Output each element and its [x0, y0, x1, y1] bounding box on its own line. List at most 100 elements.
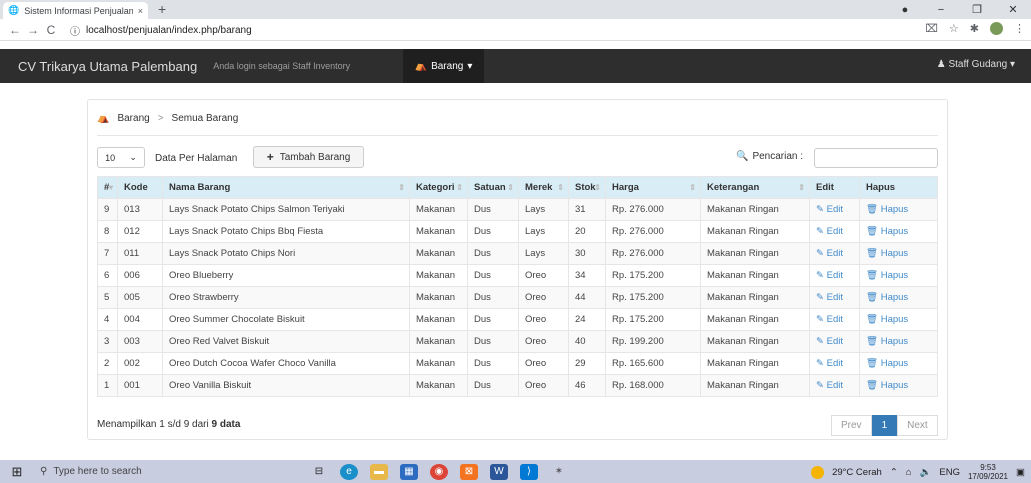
hapus-link[interactable]: 🗑 Hapus [859, 286, 938, 309]
notification-icon[interactable]: ▣ [1016, 467, 1025, 478]
menu-kebab-icon[interactable]: ⋮ [1014, 22, 1025, 35]
chrome-icon[interactable]: ◉ [430, 463, 448, 480]
cell-keterangan: Makanan Ringan [700, 220, 810, 243]
edit-label: Edit [826, 226, 843, 237]
prev-button[interactable]: Prev [831, 415, 872, 436]
hapus-link[interactable]: 🗑 Hapus [859, 308, 938, 331]
task-view-icon[interactable]: ⊟ [310, 464, 328, 480]
taskbar-search[interactable]: ⚲ Type here to search [34, 460, 210, 483]
edit-label: Edit [826, 358, 843, 369]
profile-avatar[interactable] [990, 22, 1003, 35]
cell-kode: 006 [117, 264, 163, 287]
page-1-button[interactable]: 1 [871, 415, 898, 436]
col-stok[interactable]: Stok ⇕ [568, 176, 606, 199]
col-harga[interactable]: Harga ⇕ [605, 176, 701, 199]
edit-link[interactable]: ✎ Edit [809, 242, 860, 265]
edit-link[interactable]: ✎ Edit [809, 308, 860, 331]
hapus-link[interactable]: 🗑 Hapus [859, 242, 938, 265]
col-satuan[interactable]: Satuan ⇕ [467, 176, 519, 199]
tab-close-icon[interactable]: × [138, 6, 143, 16]
window-controls: ● − ❐ ✕ [887, 0, 1031, 19]
edit-link[interactable]: ✎ Edit [809, 220, 860, 243]
edit-link[interactable]: ✎ Edit [809, 286, 860, 309]
cell-satuan: Dus [467, 308, 519, 331]
hapus-link[interactable]: 🗑 Hapus [859, 374, 938, 397]
back-icon[interactable]: ← [6, 23, 24, 37]
cell-keterangan: Makanan Ringan [700, 330, 810, 353]
cell-no: 4 [97, 308, 118, 331]
menu-barang-label: Barang [431, 60, 464, 72]
col-kategori[interactable]: Kategori ⇕ [409, 176, 468, 199]
edit-link[interactable]: ✎ Edit [809, 264, 860, 287]
cell-satuan: Dus [467, 374, 519, 397]
cell-stok: 34 [568, 264, 606, 287]
volume-icon[interactable]: 🔈 [920, 467, 932, 478]
col-kode[interactable]: Kode [117, 176, 163, 199]
add-barang-button[interactable]: + Tambah Barang [253, 146, 364, 168]
edit-link[interactable]: ✎ Edit [809, 374, 860, 397]
clock[interactable]: 9:53 17/09/2021 [968, 463, 1008, 481]
cell-kategori: Makanan [409, 286, 468, 309]
cell-merek: Lays [518, 220, 569, 243]
edit-link[interactable]: ✎ Edit [809, 330, 860, 353]
cell-kategori: Makanan [409, 330, 468, 353]
store-icon[interactable]: ▦ [400, 463, 418, 480]
browser-tab[interactable]: 🌐 Sistem Informasi Penjualan CV Tr × [3, 2, 148, 19]
minimize-icon[interactable]: − [923, 4, 959, 16]
cell-nama: Oreo Blueberry [162, 264, 410, 287]
menu-barang[interactable]: ⛺ Barang ▾ [403, 49, 484, 83]
vscode-icon[interactable]: ⟩ [520, 463, 538, 480]
edit-link[interactable]: ✎ Edit [809, 352, 860, 375]
hapus-link[interactable]: 🗑 Hapus [859, 220, 938, 243]
windows-start-icon[interactable]: ⊞ [0, 460, 34, 483]
cell-kode: 001 [117, 374, 163, 397]
col-nama[interactable]: Nama Barang ⇕ [162, 176, 410, 199]
hapus-link[interactable]: 🗑 Hapus [859, 264, 938, 287]
info-icon[interactable]: ⓘ [70, 23, 80, 38]
new-tab-button[interactable]: + [158, 1, 166, 17]
file-explorer-icon[interactable]: ▬ [370, 463, 388, 480]
network-icon[interactable]: ⌂ [906, 467, 912, 478]
maximize-icon[interactable]: ❐ [959, 3, 995, 16]
app-icon[interactable]: ✶ [550, 464, 568, 480]
per-page-select[interactable]: 10 ⌄ [97, 147, 145, 168]
col-edit: Edit [809, 176, 860, 199]
cell-nama: Oreo Strawberry [162, 286, 410, 309]
cell-stok: 40 [568, 330, 606, 353]
user-menu[interactable]: ♟ Staff Gudang ▾ [937, 59, 1015, 70]
reload-icon[interactable]: C [42, 23, 60, 37]
breadcrumb-item-barang[interactable]: Barang [117, 113, 149, 124]
word-icon[interactable]: W [490, 463, 508, 480]
edge-icon[interactable]: e [340, 463, 358, 480]
forward-icon[interactable]: → [24, 23, 42, 37]
chevron-up-icon[interactable]: ⌃ [890, 467, 898, 478]
trash-icon: 🗑 [866, 292, 879, 303]
search-input[interactable] [814, 148, 938, 168]
extensions-icon[interactable]: ✱ [970, 22, 979, 35]
col-no[interactable]: # ▾ [97, 176, 118, 199]
cell-merek: Oreo [518, 330, 569, 353]
col-merek[interactable]: Merek ⇕ [518, 176, 569, 199]
cell-harga: Rp. 175.200 [605, 264, 701, 287]
hapus-label: Hapus [880, 226, 909, 237]
translate-icon[interactable]: ⌧ [925, 22, 938, 35]
close-window-icon[interactable]: ✕ [995, 3, 1031, 16]
hapus-link[interactable]: 🗑 Hapus [859, 352, 938, 375]
hapus-label: Hapus [880, 358, 909, 369]
info-count: 9 data [211, 419, 241, 430]
xampp-icon[interactable]: ⊠ [460, 463, 478, 480]
weather-text[interactable]: 29°C Cerah [832, 467, 882, 478]
col-keterangan[interactable]: Keterangan ⇕ [700, 176, 810, 199]
weather-icon[interactable] [811, 465, 825, 479]
cell-kategori: Makanan [409, 242, 468, 265]
bookmark-star-icon[interactable]: ☆ [949, 22, 959, 35]
brand-title[interactable]: CV Trikarya Utama Palembang [18, 59, 197, 74]
edit-link[interactable]: ✎ Edit [809, 198, 860, 221]
hapus-link[interactable]: 🗑 Hapus [859, 330, 938, 353]
next-button[interactable]: Next [897, 415, 938, 436]
app-navbar: CV Trikarya Utama Palembang Anda login s… [0, 49, 1031, 83]
hapus-link[interactable]: 🗑 Hapus [859, 198, 938, 221]
profile-indicator-icon[interactable]: ● [887, 4, 923, 16]
language-indicator[interactable]: ENG [939, 467, 960, 478]
address-bar[interactable]: ⓘ localhost/penjualan/index.php/barang [70, 22, 925, 38]
